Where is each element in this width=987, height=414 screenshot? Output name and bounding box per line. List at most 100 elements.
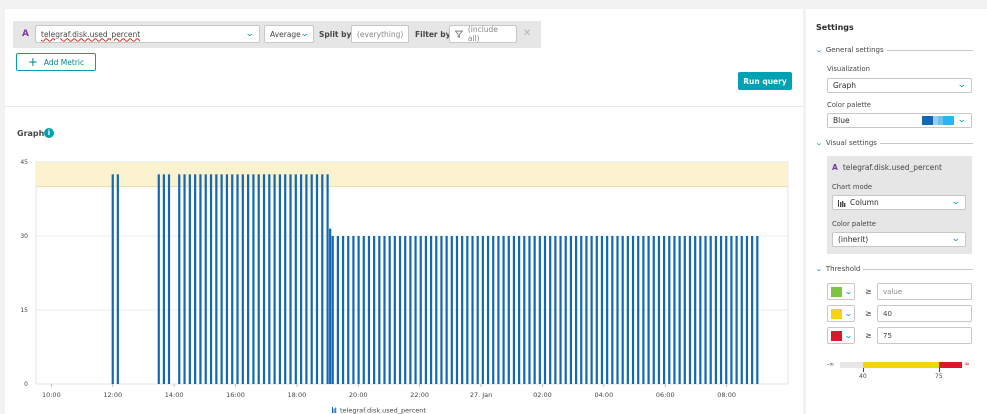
chevron-down-icon: ⌄ [815, 46, 823, 54]
bar [116, 174, 119, 384]
series-palette-select[interactable]: (inherit) ⌄ [832, 232, 966, 247]
bar [284, 174, 287, 384]
chevron-down-icon: ⌄ [843, 330, 853, 340]
color-swatch [831, 308, 842, 319]
general-settings-header[interactable]: ⌄ General settings [815, 46, 973, 54]
bar [326, 174, 329, 384]
bar [538, 236, 541, 384]
bar [194, 174, 197, 384]
bar [673, 236, 676, 384]
y-tick-label: 45 [20, 159, 28, 166]
bar [188, 174, 191, 384]
bar [549, 236, 552, 384]
bar [111, 174, 114, 384]
info-icon[interactable]: i [44, 128, 54, 138]
threshold-color-picker[interactable]: ⌄ [827, 327, 855, 344]
bar [668, 236, 671, 384]
bar [543, 236, 547, 384]
threshold-value: 75 [883, 331, 892, 340]
bar [247, 174, 250, 384]
bar [694, 236, 697, 384]
geq-symbol: ≥ [865, 287, 872, 296]
bar [486, 236, 490, 384]
visualization-select[interactable]: Graph ⌄ [827, 78, 972, 93]
legend-icon [333, 408, 335, 413]
run-query-button[interactable]: Run query [738, 72, 792, 90]
visual-settings-header[interactable]: ⌄ Visual settings [815, 139, 973, 147]
y-tick-label: 15 [20, 307, 28, 314]
bar [616, 236, 619, 384]
geq-symbol: ≥ [865, 309, 872, 318]
threshold-value-input[interactable]: 40 [877, 305, 972, 322]
bar [236, 174, 239, 384]
bar [336, 236, 339, 384]
threshold-value-input[interactable]: 75 [877, 327, 972, 344]
bar [357, 236, 360, 384]
split-by-input[interactable]: (everything) [351, 25, 409, 43]
chevron-down-icon: ⌄ [815, 139, 823, 147]
scale-mark-40: 40 [859, 373, 867, 380]
bar [714, 236, 717, 384]
x-tick-label: 14:00 [165, 391, 184, 399]
threshold-color-picker[interactable]: ⌄ [827, 283, 855, 300]
x-tick-label: 27. Jan [470, 391, 492, 399]
x-tick-label: 22:00 [410, 391, 429, 399]
bar [294, 174, 297, 384]
color-palette-select[interactable]: Blue ⌄ [827, 113, 972, 128]
bar [445, 236, 448, 384]
bar [735, 236, 738, 384]
threshold-color-picker[interactable]: ⌄ [827, 305, 855, 322]
series-letter: A [832, 163, 838, 172]
bar [183, 174, 186, 384]
bar [241, 174, 244, 384]
bar [220, 174, 223, 384]
series-metric: telegraf.disk.used_percent [842, 163, 942, 172]
bar [590, 236, 593, 384]
legend-label[interactable]: telegraf.disk.used_percent [340, 407, 426, 414]
bar [321, 174, 324, 384]
y-tick-label: 30 [20, 233, 28, 240]
bar [362, 236, 365, 384]
threshold-value-input[interactable]: value [877, 283, 972, 300]
bar [637, 236, 640, 384]
chevron-down-icon: ⌄ [245, 28, 256, 39]
funnel-icon [455, 30, 463, 38]
legend-icon [335, 407, 337, 413]
x-tick-label: 16:00 [226, 391, 245, 399]
bar [367, 236, 371, 384]
x-tick-label: 02:00 [533, 391, 552, 399]
chevron-down-icon: ⌄ [843, 308, 853, 318]
divider [5, 106, 803, 107]
bar [631, 236, 635, 384]
bar [580, 236, 583, 384]
bar [404, 236, 407, 384]
x-tick-label: 08:00 [717, 391, 736, 399]
bar [162, 174, 165, 384]
chevron-down-icon: ⌄ [843, 286, 853, 296]
filter-placeholder: (include all) [467, 25, 498, 43]
bar [476, 236, 479, 384]
add-metric-button[interactable]: + Add Metric [16, 53, 96, 71]
visualization-label: Visualization [827, 65, 870, 73]
geq-symbol: ≥ [865, 331, 872, 340]
threshold-header[interactable]: ⌄ Threshold [815, 265, 973, 273]
filter-by-input[interactable]: (include all) [449, 25, 517, 43]
metric-select[interactable]: telegraf.disk.used_percent ⌄ [35, 25, 260, 43]
bar [621, 236, 624, 384]
bar [310, 174, 313, 384]
scale-pos-inf: ∞ [964, 360, 970, 368]
aggregation-select[interactable]: Average ⌄ [264, 25, 314, 43]
threshold-band [36, 162, 788, 187]
scale-segment-none [840, 362, 863, 368]
bar [300, 174, 303, 384]
visual-settings-label: Visual settings [825, 139, 877, 147]
chevron-down-icon: ⌄ [957, 80, 968, 90]
chart-mode-select[interactable]: Column ⌄ [832, 195, 966, 210]
bar [528, 236, 531, 384]
remove-query-icon[interactable]: ✕ [523, 28, 531, 39]
bar [719, 236, 723, 384]
bar [523, 236, 526, 384]
bar [507, 236, 510, 384]
bar [167, 174, 171, 384]
bar [215, 174, 218, 384]
